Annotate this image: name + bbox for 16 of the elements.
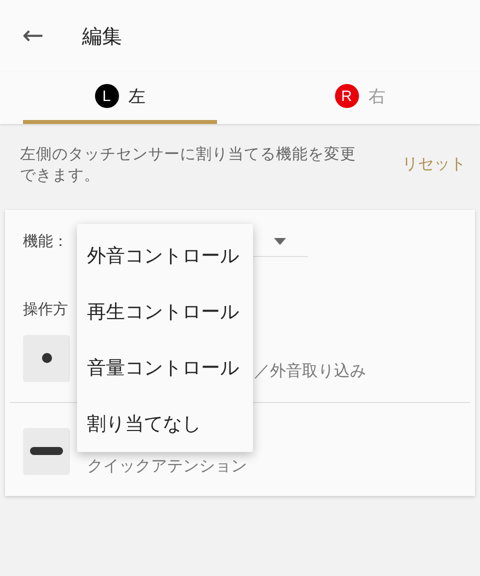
page-title: 編集 [82, 22, 122, 50]
badge-icon: L [94, 84, 118, 108]
bar-icon [23, 428, 70, 475]
tab[interactable]: R 右 [263, 72, 457, 124]
badge-icon: R [334, 84, 358, 108]
menu-item[interactable]: 外音コントロール [77, 228, 253, 284]
dropdown-caret-icon [274, 238, 286, 246]
menu-item[interactable]: 割り当てなし [77, 396, 253, 452]
menu-item[interactable]: 再生コントロール [77, 284, 253, 340]
operation-subtitle: ／外音取り込み [254, 360, 366, 382]
operation-subtitle: クイックアテンション [87, 456, 247, 477]
tab[interactable]: L 左 [23, 72, 217, 124]
menu-item[interactable]: 音量コントロール [77, 340, 253, 396]
method-label: 操作方 [23, 300, 68, 319]
description-text: 左側のタッチセンサーに割り当てる機能を変更できます。 [20, 144, 357, 186]
function-label: 機能： [23, 232, 68, 252]
